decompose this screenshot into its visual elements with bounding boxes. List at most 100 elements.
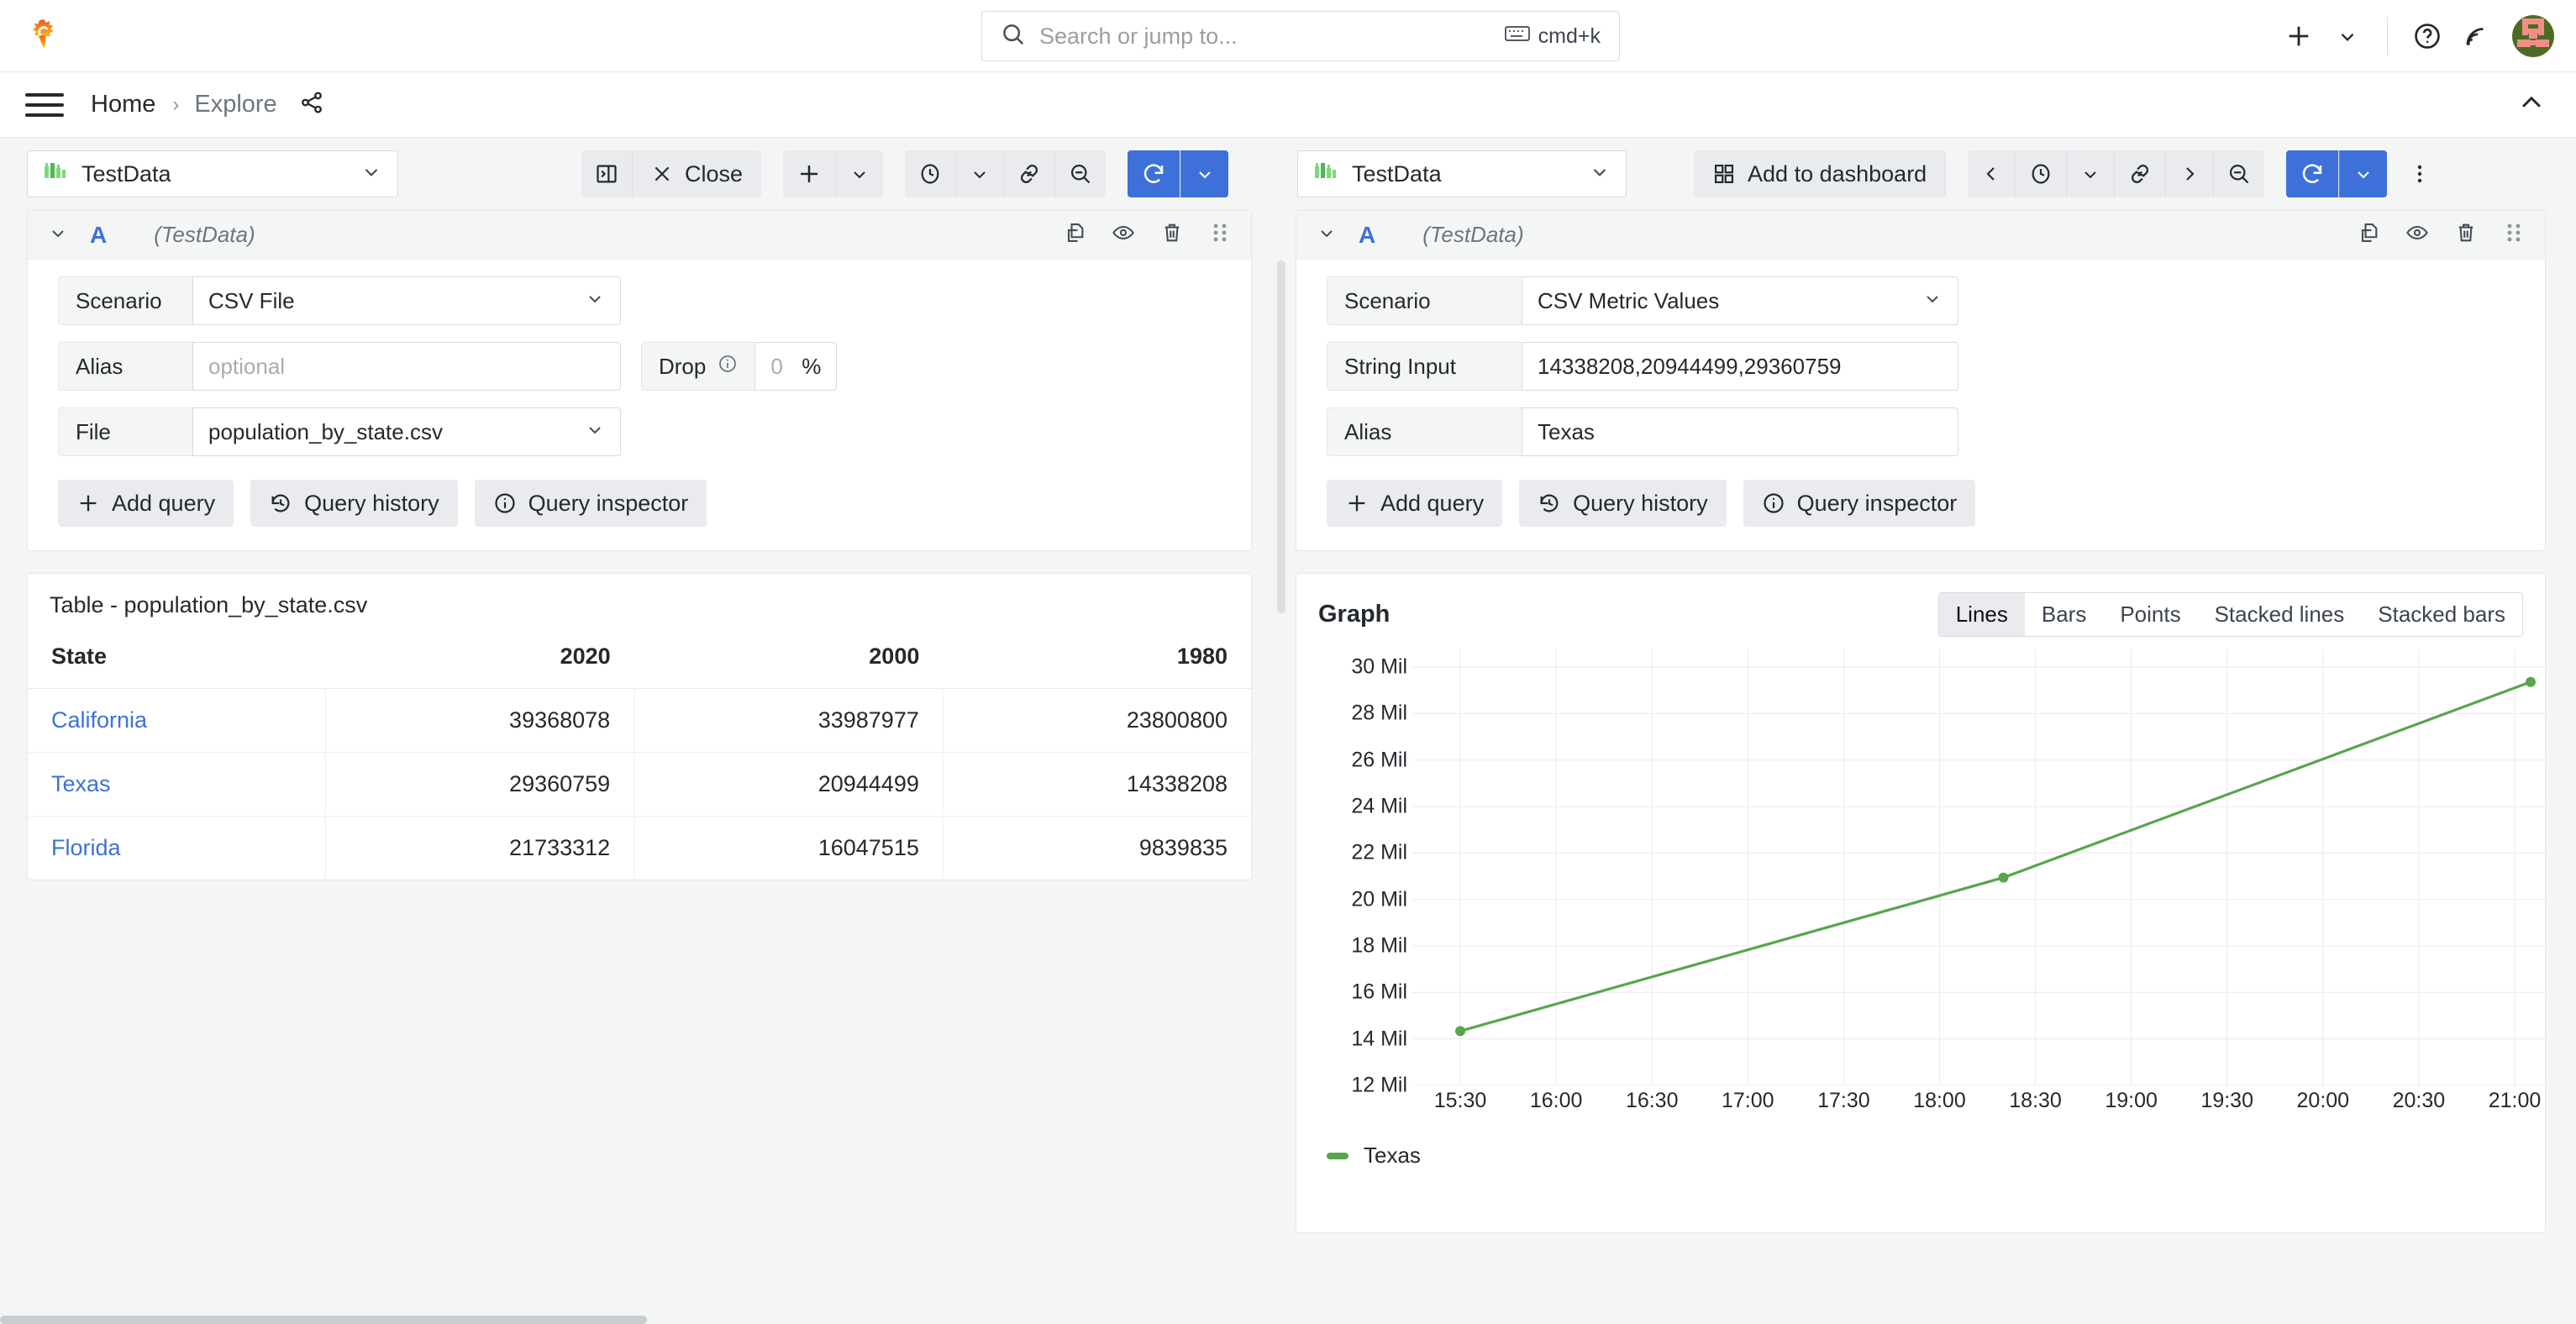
drop-info-circle-icon[interactable] <box>718 354 738 380</box>
y-axis: 12 Mil14 Mil16 Mil18 Mil20 Mil22 Mil24 M… <box>1296 649 1407 1085</box>
left-datasource-picker[interactable]: TestData <box>27 150 398 197</box>
horizontal-scrollbar[interactable] <box>0 1316 647 1324</box>
column-header-2000[interactable]: 2000 <box>634 633 944 689</box>
string-input-field[interactable]: 14338208,20944499,29360759 <box>1522 342 1958 391</box>
time-picker-button[interactable] <box>2016 150 2067 197</box>
column-header-2020[interactable]: 2020 <box>325 633 634 689</box>
scenario-select[interactable]: CSV File <box>192 276 621 325</box>
line-chart-svg[interactable] <box>1412 649 2547 1085</box>
run-query-refresh-button[interactable] <box>1128 150 1180 197</box>
breadcrumb-item-explore[interactable]: Explore <box>194 91 276 118</box>
time-picker-chevron-down-icon[interactable] <box>956 150 1004 197</box>
chevron-down-icon <box>1589 160 1611 188</box>
alias-input[interactable]: Texas <box>1522 407 1958 456</box>
tab-points[interactable]: Points <box>2103 593 2197 636</box>
graph-panel-title: Graph <box>1318 601 1390 628</box>
time-shift-back-button[interactable] <box>1968 150 2016 197</box>
right-datasource-picker[interactable]: TestData <box>1297 150 1627 197</box>
alias-input[interactable]: optional <box>192 342 621 391</box>
column-header-state[interactable]: State <box>28 633 325 689</box>
query-letter: A <box>1359 222 1375 249</box>
cell-2020: 29360759 <box>325 753 634 817</box>
left-alias-drop-field-row: Alias optional Drop 0 % <box>58 342 1251 391</box>
x-axis: 15:3016:0016:3017:0017:3018:0018:3019:00… <box>1412 1089 2547 1122</box>
cell-state[interactable]: Texas <box>28 753 325 817</box>
split-button[interactable] <box>581 150 633 197</box>
help-button[interactable] <box>2403 12 2452 60</box>
cell-state[interactable]: California <box>28 689 325 753</box>
run-query-refresh-button[interactable] <box>2286 150 2339 197</box>
zoom-out-icon[interactable] <box>1055 150 1106 197</box>
pane-splitter[interactable] <box>1277 260 1285 613</box>
duplicate-query-copy-icon[interactable] <box>1063 221 1086 249</box>
time-picker-button[interactable] <box>905 150 956 197</box>
share-icon[interactable] <box>299 90 324 119</box>
cell-state[interactable]: Florida <box>28 817 325 880</box>
add-query-label: Add query <box>112 491 215 517</box>
time-shift-forward-button[interactable] <box>2166 150 2214 197</box>
right-explore-pane: A (TestData) <box>1279 210 2576 1324</box>
refresh-interval-chevron-down-icon[interactable] <box>1180 150 1228 197</box>
add-chevron-down-icon[interactable] <box>836 150 883 197</box>
y-axis-tick-label: 14 Mil <box>1351 1027 1407 1051</box>
zoom-out-icon[interactable] <box>2214 150 2264 197</box>
right-time-group <box>1968 150 2264 197</box>
query-inspector-label: Query inspector <box>528 491 689 517</box>
breadcrumb-item-home[interactable]: Home <box>91 91 155 118</box>
table-row: California 39368078 33987977 23800800 <box>28 689 1251 753</box>
add-query-row-button[interactable] <box>783 150 836 197</box>
add-query-button[interactable]: Add query <box>1327 480 1502 527</box>
remove-query-trash-icon[interactable] <box>1160 221 1184 249</box>
chevron-down-icon <box>585 288 605 314</box>
left-query-actions: Add query Query history Query inspector <box>28 456 1251 550</box>
column-header-1980[interactable]: 1980 <box>943 633 1251 689</box>
file-select[interactable]: population_by_state.csv <box>192 407 621 456</box>
create-new-button[interactable] <box>2274 12 2323 60</box>
tab-lines[interactable]: Lines <box>1939 593 2025 636</box>
drag-query-handle-icon[interactable] <box>1209 220 1231 250</box>
query-inspector-button[interactable]: Query inspector <box>1743 480 1976 527</box>
shared-crosshair-link-icon[interactable] <box>2115 150 2166 197</box>
news-rss-icon[interactable] <box>2452 12 2500 60</box>
close-split-button[interactable]: Close <box>633 150 761 197</box>
time-picker-chevron-down-icon[interactable] <box>2067 150 2115 197</box>
top-bar-actions <box>2274 0 2554 72</box>
add-query-button[interactable]: Add query <box>58 480 234 527</box>
remove-query-trash-icon[interactable] <box>2454 221 2478 249</box>
legend-series-label[interactable]: Texas <box>1364 1143 1421 1169</box>
left-refresh-group <box>1128 150 1228 197</box>
drag-query-handle-icon[interactable] <box>2503 220 2525 250</box>
query-history-button[interactable]: Query history <box>250 480 458 527</box>
tab-stacked-lines[interactable]: Stacked lines <box>2198 593 2362 636</box>
user-avatar[interactable] <box>2512 15 2554 57</box>
drop-percentage-input[interactable]: 0 % <box>754 342 837 391</box>
tab-stacked-bars[interactable]: Stacked bars <box>2361 593 2522 636</box>
tab-bars[interactable]: Bars <box>2025 593 2103 636</box>
add-to-dashboard-button[interactable]: Add to dashboard <box>1694 150 1946 197</box>
create-new-chevron-down-icon[interactable] <box>2323 12 2372 60</box>
y-axis-tick-label: 26 Mil <box>1351 748 1407 772</box>
more-options-kebab-menu-icon[interactable] <box>2399 150 2441 197</box>
hamburger-menu-icon[interactable] <box>25 86 64 124</box>
grafana-logo[interactable] <box>25 18 62 55</box>
shared-crosshair-link-icon[interactable] <box>1004 150 1055 197</box>
left-datasource-label: TestData <box>81 161 171 187</box>
collapse-query-chevron-down-icon[interactable] <box>1317 223 1337 247</box>
graph-style-tabs: Lines Bars Points Stacked lines Stacked … <box>1938 592 2523 637</box>
collapse-chevron-up-icon[interactable] <box>2517 88 2546 121</box>
toolbar-divider <box>2387 17 2388 55</box>
toggle-query-eye-icon[interactable] <box>2405 221 2429 249</box>
refresh-interval-chevron-down-icon[interactable] <box>2339 150 2387 197</box>
scenario-select[interactable]: CSV Metric Values <box>1522 276 1958 325</box>
duplicate-query-copy-icon[interactable] <box>2357 221 2380 249</box>
collapse-query-chevron-down-icon[interactable] <box>48 223 68 247</box>
query-inspector-button[interactable]: Query inspector <box>475 480 707 527</box>
graph-plot-area[interactable]: 12 Mil14 Mil16 Mil18 Mil20 Mil22 Mil24 M… <box>1296 649 2545 1136</box>
chevron-down-icon <box>360 160 382 188</box>
global-search-input[interactable]: Search or jump to... cmd+k <box>981 11 1620 61</box>
x-axis-tick-label: 19:30 <box>2200 1089 2253 1113</box>
query-history-button[interactable]: Query history <box>1519 480 1727 527</box>
drop-unit-label: % <box>802 354 821 380</box>
toggle-query-eye-icon[interactable] <box>1112 221 1135 249</box>
search-placeholder: Search or jump to... <box>1039 24 1491 50</box>
